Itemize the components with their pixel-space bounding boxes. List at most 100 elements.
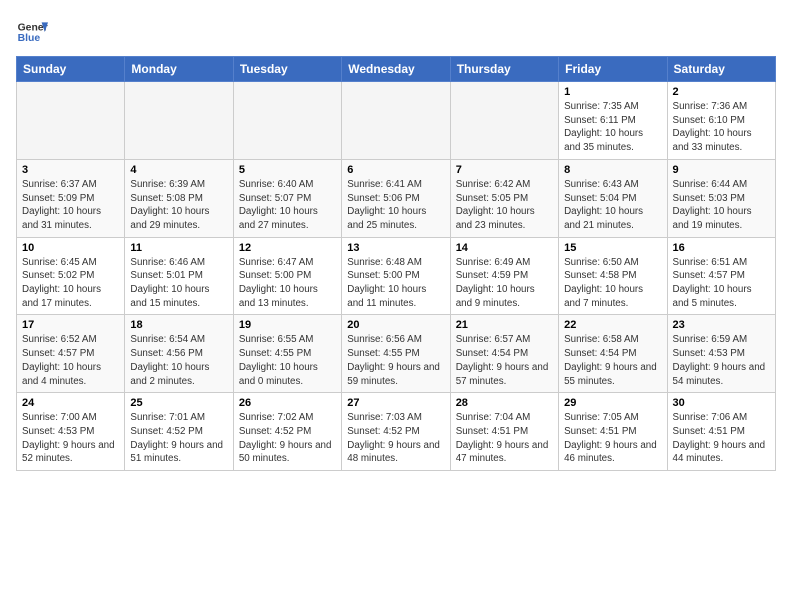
day-info: Sunrise: 6:45 AM Sunset: 5:02 PM Dayligh… [22,256,119,311]
day-info: Sunrise: 6:40 AM Sunset: 5:07 PM Dayligh… [239,178,336,233]
day-number: 26 [239,397,336,409]
day-number: 13 [347,242,444,254]
calendar-cell: 26 Sunrise: 7:02 AM Sunset: 4:52 PM Dayli… [233,393,341,471]
day-number: 22 [564,319,661,331]
weekday-header-monday: Monday [125,57,233,82]
day-number: 5 [239,164,336,176]
calendar-cell: 19 Sunrise: 6:55 AM Sunset: 4:55 PM Dayli… [233,315,341,393]
day-info: Sunrise: 6:37 AM Sunset: 5:09 PM Dayligh… [22,178,119,233]
day-number: 25 [130,397,227,409]
calendar-cell: 23 Sunrise: 6:59 AM Sunset: 4:53 PM Dayli… [667,315,775,393]
day-info: Sunrise: 6:52 AM Sunset: 4:57 PM Dayligh… [22,333,119,388]
calendar-cell: 9 Sunrise: 6:44 AM Sunset: 5:03 PM Daylig… [667,159,775,237]
day-info: Sunrise: 6:44 AM Sunset: 5:03 PM Dayligh… [673,178,770,233]
day-number: 29 [564,397,661,409]
calendar-cell: 27 Sunrise: 7:03 AM Sunset: 4:52 PM Dayli… [342,393,450,471]
day-number: 6 [347,164,444,176]
calendar-cell: 3 Sunrise: 6:37 AM Sunset: 5:09 PM Daylig… [17,159,125,237]
calendar-cell: 17 Sunrise: 6:52 AM Sunset: 4:57 PM Dayli… [17,315,125,393]
day-info: Sunrise: 7:36 AM Sunset: 6:10 PM Dayligh… [673,100,770,155]
day-number: 27 [347,397,444,409]
calendar-cell: 1 Sunrise: 7:35 AM Sunset: 6:11 PM Daylig… [559,82,667,160]
weekday-header-thursday: Thursday [450,57,558,82]
day-number: 18 [130,319,227,331]
calendar-cell: 12Sunrise: 6:47 AM Sunset: 5:00 PM Dayli… [233,237,341,315]
calendar: SundayMondayTuesdayWednesdayThursdayFrid… [16,56,776,471]
day-number: 21 [456,319,553,331]
day-info: Sunrise: 7:35 AM Sunset: 6:11 PM Dayligh… [564,100,661,155]
day-info: Sunrise: 7:03 AM Sunset: 4:52 PM Dayligh… [347,411,444,466]
calendar-cell [342,82,450,160]
calendar-cell: 30 Sunrise: 7:06 AM Sunset: 4:51 PM Dayli… [667,393,775,471]
calendar-cell: 4 Sunrise: 6:39 AM Sunset: 5:08 PM Daylig… [125,159,233,237]
calendar-cell: 14 Sunrise: 6:49 AM Sunset: 4:59 PM Dayli… [450,237,558,315]
day-number: 23 [673,319,770,331]
day-info: Sunrise: 6:58 AM Sunset: 4:54 PM Dayligh… [564,333,661,388]
day-info: Sunrise: 7:01 AM Sunset: 4:52 PM Dayligh… [130,411,227,466]
calendar-cell: 28 Sunrise: 7:04 AM Sunset: 4:51 PM Dayli… [450,393,558,471]
logo: General Blue [16,16,48,48]
logo-icon: General Blue [16,16,48,48]
calendar-cell [450,82,558,160]
day-info: Sunrise: 6:42 AM Sunset: 5:05 PM Dayligh… [456,178,553,233]
weekday-header-sunday: Sunday [17,57,125,82]
day-number: 12 [239,242,336,254]
header: General Blue [16,16,776,48]
day-number: 16 [673,242,770,254]
day-info: Sunrise: 6:59 AM Sunset: 4:53 PM Dayligh… [673,333,770,388]
day-number: 3 [22,164,119,176]
weekday-header-friday: Friday [559,57,667,82]
day-info: Sunrise: 6:48 AM Sunset: 5:00 PM Dayligh… [347,256,444,311]
day-number: 24 [22,397,119,409]
day-number: 8 [564,164,661,176]
day-info: Sunrise: 6:46 AM Sunset: 5:01 PM Dayligh… [130,256,227,311]
day-number: 9 [673,164,770,176]
calendar-cell: 6 Sunrise: 6:41 AM Sunset: 5:06 PM Daylig… [342,159,450,237]
weekday-header-wednesday: Wednesday [342,57,450,82]
calendar-cell: 11 Sunrise: 6:46 AM Sunset: 5:01 PM Dayli… [125,237,233,315]
calendar-cell: 24 Sunrise: 7:00 AM Sunset: 4:53 PM Dayli… [17,393,125,471]
day-number: 30 [673,397,770,409]
day-info: Sunrise: 6:41 AM Sunset: 5:06 PM Dayligh… [347,178,444,233]
calendar-cell: 18Sunrise: 6:54 AM Sunset: 4:56 PM Dayli… [125,315,233,393]
day-info: Sunrise: 6:51 AM Sunset: 4:57 PM Dayligh… [673,256,770,311]
day-info: Sunrise: 7:00 AM Sunset: 4:53 PM Dayligh… [22,411,119,466]
day-number: 17 [22,319,119,331]
day-info: Sunrise: 6:43 AM Sunset: 5:04 PM Dayligh… [564,178,661,233]
day-number: 10 [22,242,119,254]
calendar-cell: 15Sunrise: 6:50 AM Sunset: 4:58 PM Dayli… [559,237,667,315]
calendar-cell: 16 Sunrise: 6:51 AM Sunset: 4:57 PM Dayli… [667,237,775,315]
day-info: Sunrise: 6:55 AM Sunset: 4:55 PM Dayligh… [239,333,336,388]
day-number: 11 [130,242,227,254]
day-info: Sunrise: 6:57 AM Sunset: 4:54 PM Dayligh… [456,333,553,388]
calendar-cell: 10 Sunrise: 6:45 AM Sunset: 5:02 PM Dayli… [17,237,125,315]
day-info: Sunrise: 7:05 AM Sunset: 4:51 PM Dayligh… [564,411,661,466]
day-info: Sunrise: 6:49 AM Sunset: 4:59 PM Dayligh… [456,256,553,311]
day-info: Sunrise: 7:06 AM Sunset: 4:51 PM Dayligh… [673,411,770,466]
day-number: 19 [239,319,336,331]
calendar-cell: 20Sunrise: 6:56 AM Sunset: 4:55 PM Dayli… [342,315,450,393]
weekday-header-tuesday: Tuesday [233,57,341,82]
day-number: 28 [456,397,553,409]
calendar-cell: 13 Sunrise: 6:48 AM Sunset: 5:00 PM Dayli… [342,237,450,315]
calendar-cell: 2 Sunrise: 7:36 AM Sunset: 6:10 PM Daylig… [667,82,775,160]
calendar-cell: 29 Sunrise: 7:05 AM Sunset: 4:51 PM Dayli… [559,393,667,471]
calendar-cell: 22 Sunrise: 6:58 AM Sunset: 4:54 PM Dayli… [559,315,667,393]
day-info: Sunrise: 7:04 AM Sunset: 4:51 PM Dayligh… [456,411,553,466]
day-number: 4 [130,164,227,176]
calendar-cell: 21 Sunrise: 6:57 AM Sunset: 4:54 PM Dayli… [450,315,558,393]
calendar-cell: 5 Sunrise: 6:40 AM Sunset: 5:07 PM Daylig… [233,159,341,237]
day-number: 1 [564,86,661,98]
calendar-cell: 7 Sunrise: 6:42 AM Sunset: 5:05 PM Daylig… [450,159,558,237]
day-number: 15 [564,242,661,254]
day-info: Sunrise: 6:56 AM Sunset: 4:55 PM Dayligh… [347,333,444,388]
svg-text:Blue: Blue [18,33,41,44]
calendar-cell: 25 Sunrise: 7:01 AM Sunset: 4:52 PM Dayli… [125,393,233,471]
calendar-cell [233,82,341,160]
day-info: Sunrise: 6:39 AM Sunset: 5:08 PM Dayligh… [130,178,227,233]
day-info: Sunrise: 7:02 AM Sunset: 4:52 PM Dayligh… [239,411,336,466]
day-number: 7 [456,164,553,176]
day-number: 14 [456,242,553,254]
calendar-cell: 8 Sunrise: 6:43 AM Sunset: 5:04 PM Daylig… [559,159,667,237]
day-number: 2 [673,86,770,98]
